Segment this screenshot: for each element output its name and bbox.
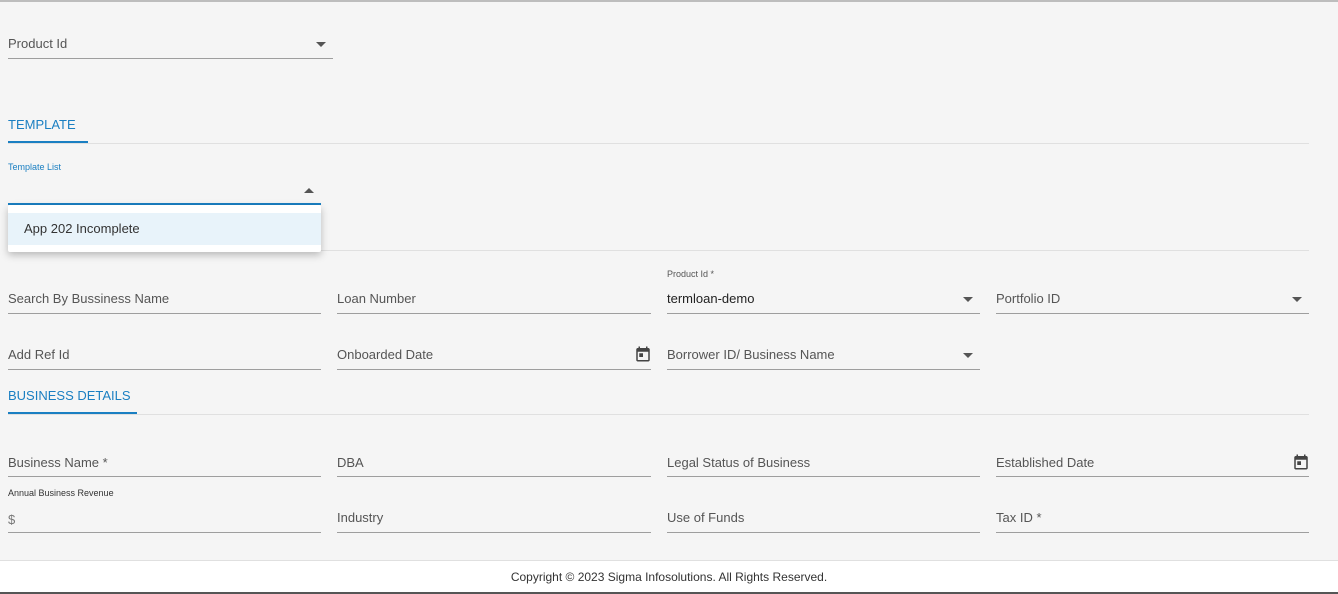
product-id-underline (667, 312, 980, 314)
chevron-down-icon (316, 42, 326, 47)
legal-status-label: Legal Status of Business (667, 455, 811, 470)
business-name-underline (8, 475, 321, 477)
use-of-funds-underline (667, 531, 980, 533)
dba-label: DBA (337, 455, 364, 470)
legal-status-underline (667, 475, 980, 477)
calendar-icon[interactable] (1292, 453, 1310, 471)
annual-revenue-underline (8, 531, 321, 533)
product-id-label: Product Id * (667, 269, 715, 279)
chevron-up-icon (304, 188, 314, 193)
chevron-down-icon (963, 297, 973, 302)
template-list-label: Template List (8, 162, 62, 172)
tax-id-label: Tax ID * (996, 510, 1042, 525)
template-option[interactable]: App 202 Incomplete (8, 213, 321, 245)
chevron-down-icon (963, 353, 973, 358)
add-ref-id-label: Add Ref Id (8, 347, 70, 362)
loan-number-underline (337, 312, 651, 314)
industry-underline (337, 531, 651, 533)
tax-id-underline (996, 531, 1309, 533)
search-business-name-label: Search By Bussiness Name (8, 291, 170, 306)
template-list-dropdown: App 202 Incomplete (8, 205, 321, 252)
borrower-underline (667, 368, 980, 370)
footer: Copyright © 2023 Sigma Infosolutions. Al… (0, 560, 1338, 593)
use-of-funds-label: Use of Funds (667, 510, 745, 525)
chevron-down-icon (1292, 297, 1302, 302)
template-section-title[interactable]: TEMPLATE (8, 117, 76, 132)
currency-prefix: $ (8, 512, 16, 527)
portfolio-id-label: Portfolio ID (996, 291, 1061, 306)
onboarded-date-label: Onboarded Date (337, 347, 434, 362)
dba-underline (337, 475, 651, 477)
product-id-top-underline (8, 57, 333, 59)
industry-label: Industry (337, 510, 384, 525)
template-divider (8, 143, 1309, 144)
add-ref-id-underline (8, 368, 321, 370)
product-id-top-label: Product Id (8, 36, 68, 51)
search-business-name-underline (8, 312, 321, 314)
annual-revenue-label: Annual Business Revenue (8, 488, 114, 498)
loan-number-label: Loan Number (337, 291, 416, 306)
borrower-label: Borrower ID/ Business Name (667, 347, 835, 362)
established-date-label: Established Date (996, 455, 1095, 470)
business-details-divider (8, 414, 1309, 415)
established-date-underline (996, 475, 1309, 477)
business-details-section-title[interactable]: BUSINESS DETAILS (8, 388, 131, 403)
portfolio-id-underline (996, 312, 1309, 314)
business-name-label: Business Name * (8, 455, 108, 470)
top-border (0, 0, 1338, 2)
product-id-value: termloan-demo (667, 291, 755, 306)
onboarded-date-underline (337, 368, 651, 370)
copyright-text: Copyright © 2023 Sigma Infosolutions. Al… (510, 570, 828, 584)
calendar-icon[interactable] (634, 345, 652, 363)
